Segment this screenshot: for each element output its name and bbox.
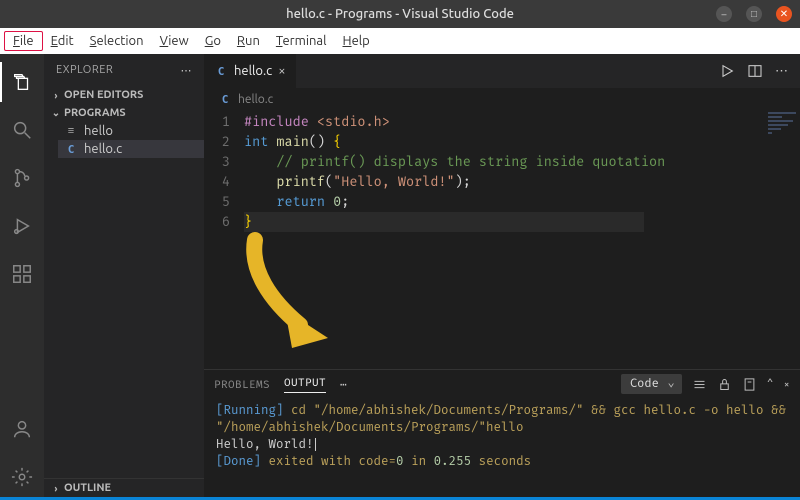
menu-file[interactable]: File [4, 31, 43, 51]
maximize-button[interactable]: □ [746, 6, 762, 22]
activity-bar [0, 54, 44, 497]
close-tab-icon[interactable]: × [278, 64, 285, 78]
editor-actions: ⋯ [707, 54, 800, 88]
window-title: hello.c - Programs - Visual Studio Code [286, 7, 514, 21]
c-file-icon: C [214, 65, 228, 78]
menu-terminal[interactable]: Terminal [268, 32, 335, 50]
file-tree: ≡ hello Chello.c [44, 122, 204, 158]
menubar: FileEditSelectionViewGoRunTerminalHelp [0, 28, 800, 54]
breadcrumb-label: hello.c [238, 93, 273, 106]
accounts-icon[interactable] [0, 409, 44, 449]
menu-run[interactable]: Run [229, 32, 268, 50]
output-line: Hello, World! [216, 436, 788, 453]
code-line[interactable]: int main() { [244, 132, 665, 152]
code-line[interactable]: return 0; [244, 192, 665, 212]
bottom-panel: PROBLEMS OUTPUT ⋯ Code ^ × [Running] cd … [204, 369, 800, 497]
open-editors-label: OPEN EDITORS [64, 89, 143, 101]
tab-problems[interactable]: PROBLEMS [214, 378, 270, 391]
tab-output[interactable]: OUTPUT [284, 376, 326, 393]
minimize-button[interactable]: – [716, 6, 732, 22]
open-editors-section[interactable]: › OPEN EDITORS [44, 86, 204, 104]
sidebar-more-icon[interactable]: ⋯ [181, 64, 193, 77]
menu-go[interactable]: Go [197, 32, 229, 50]
settings-icon[interactable] [0, 457, 44, 497]
output-channel-select[interactable]: Code [621, 374, 682, 394]
file-name: hello [84, 124, 113, 138]
search-icon[interactable] [0, 110, 44, 150]
run-debug-icon[interactable] [0, 206, 44, 246]
tab-label: hello.c [234, 64, 272, 78]
breadcrumb[interactable]: C hello.c [204, 88, 800, 110]
run-file-icon[interactable] [719, 63, 735, 79]
sidebar-header: EXPLORER ⋯ [44, 54, 204, 86]
explorer-icon[interactable] [0, 62, 44, 102]
clear-output-icon[interactable] [692, 377, 707, 392]
line-number: 3 [204, 152, 230, 172]
chevron-right-icon: › [50, 483, 62, 494]
split-editor-icon[interactable] [747, 63, 763, 79]
sidebar-title: EXPLORER [56, 64, 113, 76]
close-button[interactable]: ✕ [776, 6, 792, 22]
line-number: 1 [204, 112, 230, 132]
chevron-down-icon: ⌄ [50, 107, 62, 119]
c-file-icon: C [218, 93, 232, 106]
code-line[interactable]: #include <stdio.h> [244, 112, 665, 132]
minimap[interactable] [764, 110, 800, 369]
source-control-icon[interactable] [0, 158, 44, 198]
menu-selection[interactable]: Selection [82, 32, 152, 50]
panel-tabs: PROBLEMS OUTPUT ⋯ Code ^ × [204, 370, 800, 398]
folder-label: PROGRAMS [64, 107, 126, 119]
line-number: 5 [204, 192, 230, 212]
extensions-icon[interactable] [0, 254, 44, 294]
more-actions-icon[interactable]: ⋯ [775, 64, 788, 79]
editor-tab[interactable]: C hello.c × [204, 54, 296, 88]
maximize-panel-icon[interactable]: ^ [767, 378, 774, 391]
explorer-sidebar: EXPLORER ⋯ › OPEN EDITORS ⌄ PROGRAMS ≡ he… [44, 54, 204, 497]
folder-section[interactable]: ⌄ PROGRAMS [44, 104, 204, 122]
line-number: 6 [204, 212, 230, 232]
editor-area: C hello.c × ⋯ C hello.c 123456 #include … [204, 54, 800, 497]
outline-section[interactable]: › OUTLINE [44, 478, 204, 497]
code-line[interactable]: printf("Hello, World!"); [244, 172, 665, 192]
menu-help[interactable]: Help [335, 32, 378, 50]
line-number: 2 [204, 132, 230, 152]
code-line[interactable]: // printf() displays the string inside q… [244, 152, 665, 172]
file-item[interactable]: ≡ hello [58, 122, 204, 140]
code-line[interactable]: } [244, 212, 644, 232]
panel-more-tabs-icon[interactable]: ⋯ [340, 378, 347, 391]
code-editor[interactable]: 123456 #include <stdio.h>int main() { //… [204, 110, 800, 369]
line-number: 4 [204, 172, 230, 192]
output-line: [Done] exited with code=0 in 0.255 secon… [216, 453, 788, 470]
open-log-icon[interactable] [742, 377, 757, 392]
file-name: hello.c [84, 142, 122, 156]
tab-bar: C hello.c × ⋯ [204, 54, 800, 88]
output-line: [Running] cd "/home/abhishek/Documents/P… [216, 402, 788, 436]
outline-label: OUTLINE [64, 482, 111, 494]
titlebar: hello.c - Programs - Visual Studio Code … [0, 0, 800, 28]
output-body[interactable]: [Running] cd "/home/abhishek/Documents/P… [204, 398, 800, 474]
close-panel-icon[interactable]: × [783, 378, 790, 391]
menu-view[interactable]: View [152, 32, 197, 50]
menu-edit[interactable]: Edit [43, 32, 82, 50]
file-item[interactable]: Chello.c [58, 140, 204, 158]
chevron-right-icon: › [50, 90, 62, 101]
window-controls: – □ ✕ [716, 6, 792, 22]
line-gutter: 123456 [204, 110, 244, 369]
main-area: EXPLORER ⋯ › OPEN EDITORS ⌄ PROGRAMS ≡ he… [0, 54, 800, 497]
lock-scroll-icon[interactable] [717, 377, 732, 392]
binary-file-icon: ≡ [64, 125, 78, 137]
c-file-icon: C [64, 143, 78, 156]
code-lines[interactable]: #include <stdio.h>int main() { // printf… [244, 110, 665, 369]
